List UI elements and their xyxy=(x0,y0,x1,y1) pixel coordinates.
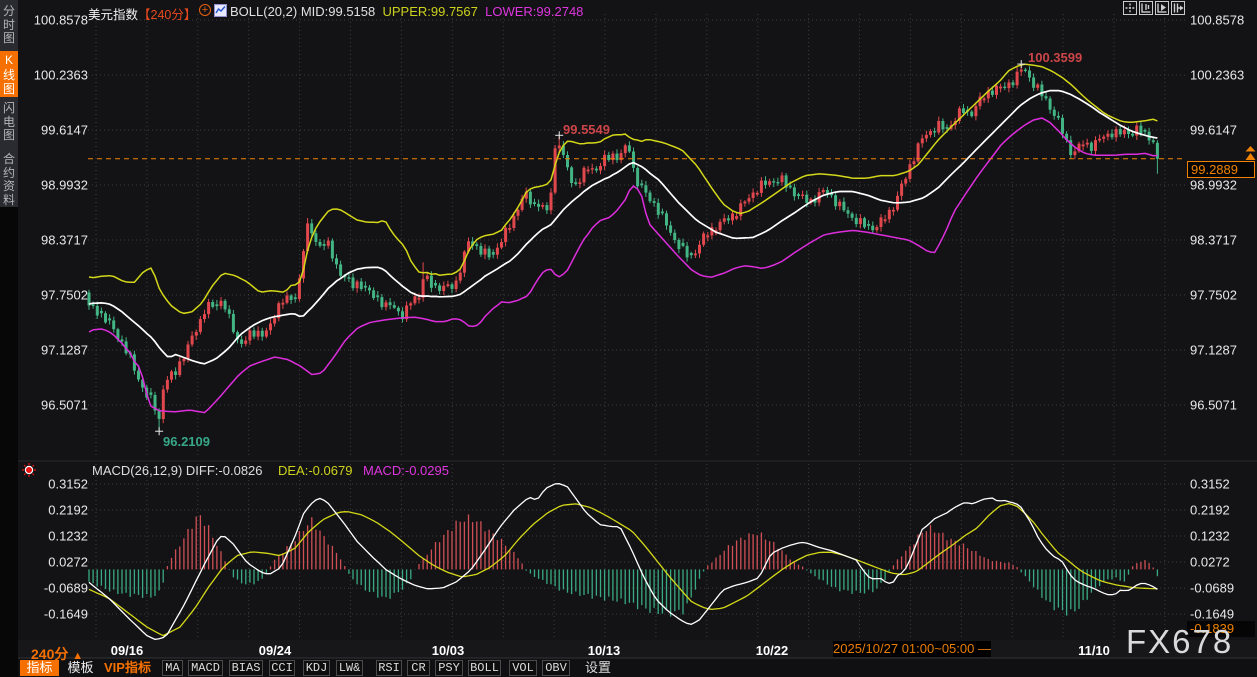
svg-text:100.2363: 100.2363 xyxy=(1190,68,1244,83)
svg-text:0.2192: 0.2192 xyxy=(1190,503,1230,518)
svg-text:97.1287: 97.1287 xyxy=(41,343,88,358)
svg-text:96.2109: 96.2109 xyxy=(163,434,210,449)
svg-text:MACD:-0.0295: MACD:-0.0295 xyxy=(363,463,449,478)
svg-text:0.1232: 0.1232 xyxy=(48,529,88,544)
svg-text:100.8578: 100.8578 xyxy=(1190,13,1244,28)
svg-text:100.3599: 100.3599 xyxy=(1028,50,1082,65)
svg-text:97.7502: 97.7502 xyxy=(1190,288,1237,303)
svg-text:0.0272: 0.0272 xyxy=(48,555,88,570)
svg-text:98.9932: 98.9932 xyxy=(41,178,88,193)
svg-text:DEA:-0.0679: DEA:-0.0679 xyxy=(278,463,352,478)
svg-text:-0.1649: -0.1649 xyxy=(1190,607,1234,622)
svg-text:0.3152: 0.3152 xyxy=(1190,477,1230,492)
svg-text:-0.0689: -0.0689 xyxy=(1190,581,1234,596)
svg-text:09/24: 09/24 xyxy=(259,643,292,658)
svg-text:100.2363: 100.2363 xyxy=(34,68,88,83)
svg-text:10/13: 10/13 xyxy=(588,643,621,658)
svg-text:97.1287: 97.1287 xyxy=(1190,343,1237,358)
svg-text:96.5071: 96.5071 xyxy=(41,398,88,413)
svg-text:99.6147: 99.6147 xyxy=(1190,123,1237,138)
svg-text:0.0272: 0.0272 xyxy=(1190,555,1230,570)
svg-text:10/03: 10/03 xyxy=(432,643,465,658)
svg-text:98.3717: 98.3717 xyxy=(41,233,88,248)
svg-text:-0.1649: -0.1649 xyxy=(44,607,88,622)
svg-text:96.5071: 96.5071 xyxy=(1190,398,1237,413)
svg-text:98.3717: 98.3717 xyxy=(1190,233,1237,248)
svg-text:99.6147: 99.6147 xyxy=(41,123,88,138)
svg-text:100.8578: 100.8578 xyxy=(34,13,88,28)
svg-text:97.7502: 97.7502 xyxy=(41,288,88,303)
svg-text:MACD(26,12,9) DIFF:-0.0826: MACD(26,12,9) DIFF:-0.0826 xyxy=(92,463,263,478)
svg-text:0.2192: 0.2192 xyxy=(48,503,88,518)
svg-text:09/16: 09/16 xyxy=(111,643,144,658)
svg-text:10/22: 10/22 xyxy=(756,643,789,658)
svg-text:11/10: 11/10 xyxy=(1078,643,1110,658)
svg-text:-0.0689: -0.0689 xyxy=(44,581,88,596)
svg-text:98.9932: 98.9932 xyxy=(1190,178,1237,193)
svg-text:0.1232: 0.1232 xyxy=(1190,529,1230,544)
svg-text:0.3152: 0.3152 xyxy=(48,477,88,492)
svg-text:99.5549: 99.5549 xyxy=(563,122,610,137)
